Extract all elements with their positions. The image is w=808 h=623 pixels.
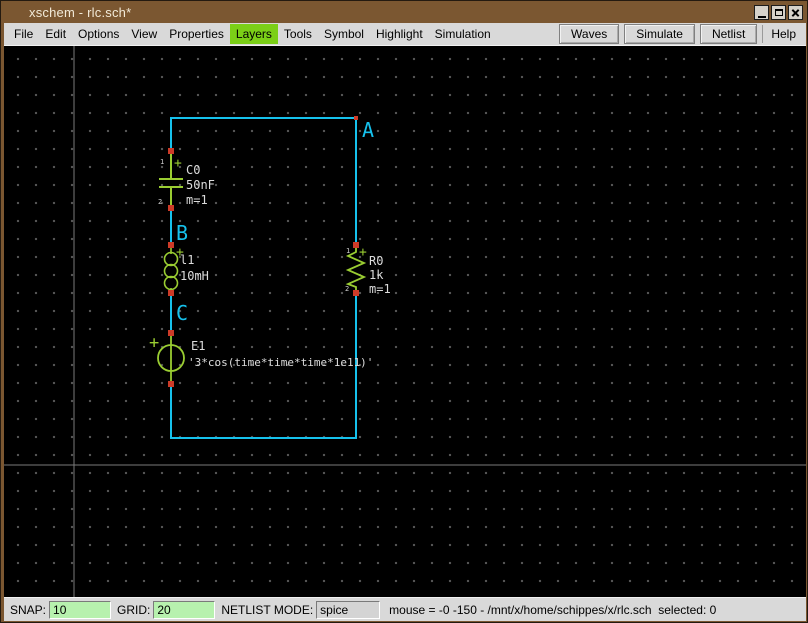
polarity-plus-icon: +	[149, 333, 159, 353]
source-e1[interactable]: + E1 '3*cos(time*time*time*1e11)'	[149, 330, 373, 387]
menubar: File Edit Options View Properties Layers…	[4, 23, 806, 46]
pin[interactable]	[168, 290, 174, 296]
component-value: 10mH	[180, 269, 209, 283]
pin[interactable]	[168, 242, 174, 248]
menu-item-simulation[interactable]: Simulation	[429, 24, 497, 44]
schematic-svg: 1 2 + C0 50nF m=1 B + l1 10mH C + E1 '3*…	[4, 46, 806, 597]
pin-number: 1	[346, 247, 350, 255]
netlist-mode-label: NETLIST MODE:	[221, 602, 314, 617]
maximize-button[interactable]	[771, 5, 786, 20]
component-mult: m=1	[369, 282, 391, 296]
polarity-plus-icon: +	[359, 245, 367, 260]
component-ref: R0	[369, 254, 383, 268]
inductor-coil	[163, 275, 179, 291]
statusbar: SNAP: GRID: NETLIST MODE: mouse = -0 -15…	[4, 597, 806, 621]
window-title: xschem - rlc.sch*	[29, 5, 132, 20]
capacitor-c0[interactable]: 1 2 + C0 50nF m=1	[158, 148, 215, 211]
pin[interactable]	[353, 290, 359, 296]
schematic-canvas[interactable]: 1 2 + C0 50nF m=1 B + l1 10mH C + E1 '3*…	[4, 46, 806, 597]
menubar-buttons: Waves Simulate Netlist Help	[554, 24, 806, 44]
netlist-mode-input[interactable]	[316, 600, 381, 619]
component-ref: C0	[186, 163, 200, 177]
polarity-plus-icon: +	[174, 156, 182, 171]
menu-item-symbol[interactable]: Symbol	[318, 24, 370, 44]
window-controls	[754, 5, 803, 20]
pin-number: 2	[158, 198, 162, 206]
menu-item-file[interactable]: File	[8, 24, 39, 44]
close-button[interactable]	[788, 5, 803, 20]
minimize-icon	[757, 8, 766, 18]
snap-label: SNAP:	[10, 602, 47, 617]
menu-item-properties[interactable]: Properties	[163, 24, 230, 44]
wire-endpoint	[354, 116, 358, 120]
menu-item-options[interactable]: Options	[72, 24, 125, 44]
inductor-l1[interactable]: + l1 10mH	[163, 242, 209, 296]
component-ref: E1	[191, 339, 205, 353]
waves-button[interactable]: Waves	[559, 24, 620, 44]
menu-item-highlight[interactable]: Highlight	[370, 24, 429, 44]
component-value: '3*cos(time*time*time*1e11)'	[188, 356, 373, 369]
pin[interactable]	[168, 205, 174, 211]
net-label-a[interactable]: A	[362, 118, 374, 142]
netlist-button[interactable]: Netlist	[699, 24, 758, 44]
pin[interactable]	[168, 330, 174, 336]
minimize-button[interactable]	[754, 5, 769, 20]
menu-item-tools[interactable]: Tools	[278, 24, 318, 44]
pin[interactable]	[168, 381, 174, 387]
titlebar[interactable]: xschem - rlc.sch*	[2, 2, 806, 23]
xschem-window: xschem - rlc.sch* File Edit Options View…	[0, 0, 808, 623]
component-mult: m=1	[186, 193, 208, 207]
simulate-button[interactable]: Simulate	[624, 24, 695, 44]
pin[interactable]	[168, 148, 174, 154]
component-ref: l1	[180, 253, 194, 267]
net-label-c[interactable]: C	[176, 301, 188, 325]
pin-number: 1	[160, 158, 164, 166]
resistor-r0[interactable]: 1 2 + R0 1k m=1	[345, 242, 391, 296]
status-info: mouse = -0 -150 - /mnt/x/home/schippes/x…	[389, 602, 717, 617]
menu-item-help[interactable]: Help	[762, 25, 804, 43]
menu-item-edit[interactable]: Edit	[39, 24, 72, 44]
menu-item-layers[interactable]: Layers	[229, 24, 278, 44]
snap-input[interactable]	[49, 600, 112, 619]
menu-item-view[interactable]: View	[125, 24, 163, 44]
inductor-coil	[163, 263, 179, 279]
component-value: 1k	[369, 268, 384, 282]
maximize-icon	[774, 9, 783, 16]
grid-label: GRID:	[117, 602, 151, 617]
pin-number: 2	[345, 285, 349, 293]
menus: File Edit Options View Properties Layers…	[4, 24, 497, 44]
net-label-b[interactable]: B	[176, 221, 188, 245]
close-icon	[791, 8, 800, 17]
component-value: 50nF	[186, 178, 215, 192]
grid-input[interactable]	[153, 600, 216, 619]
